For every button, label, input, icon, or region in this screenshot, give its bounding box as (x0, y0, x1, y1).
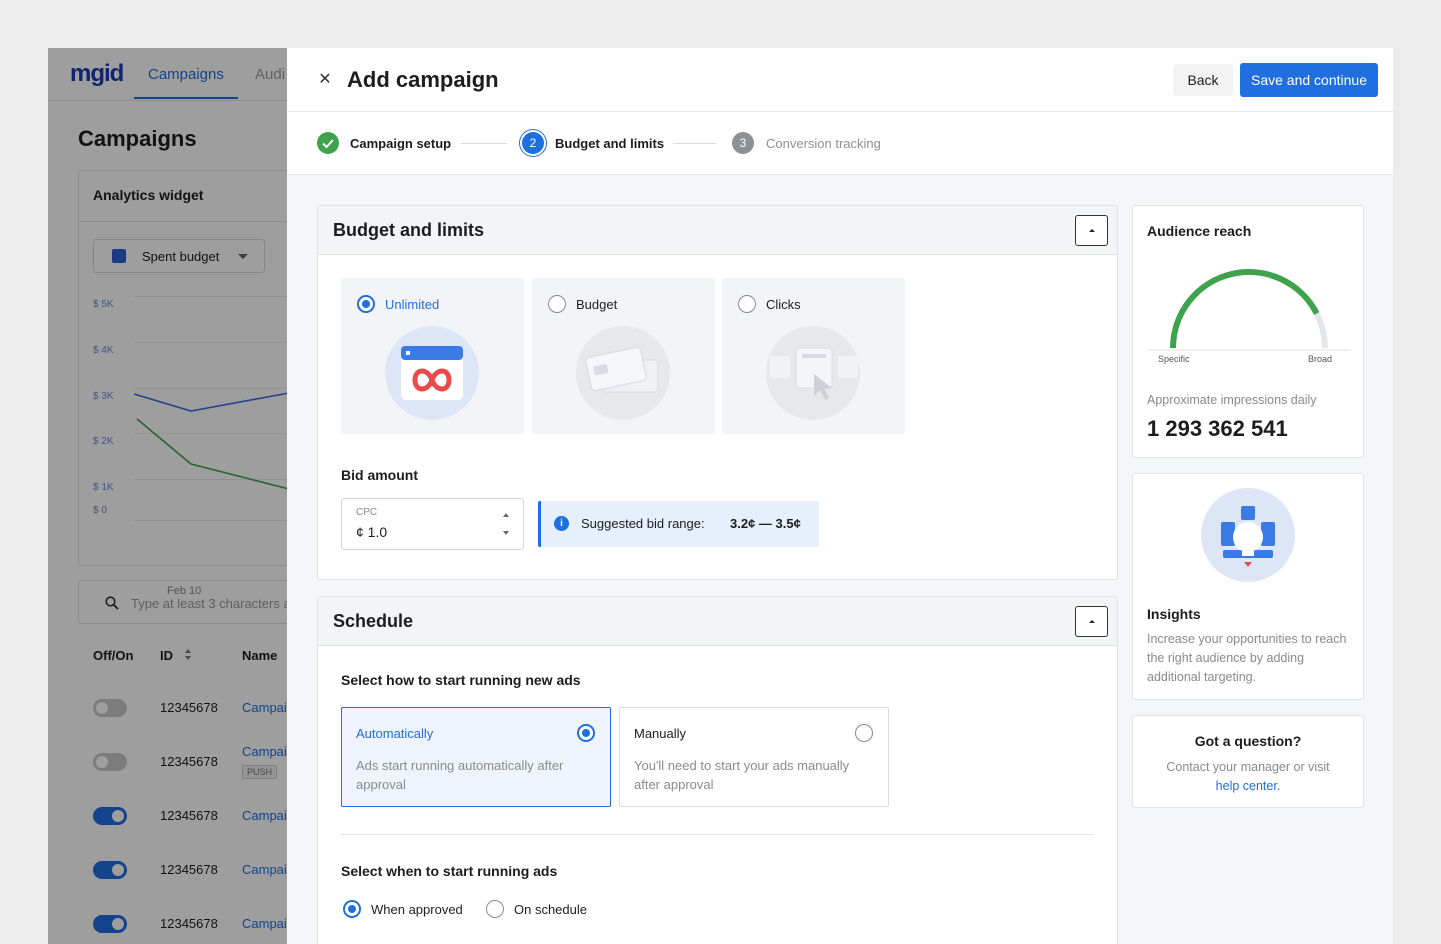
mode-description: You'll need to start your ads manually a… (634, 758, 850, 792)
radio-budget[interactable] (548, 295, 566, 313)
step-connector (673, 143, 717, 144)
option-label: Clicks (766, 297, 801, 312)
step-campaign-setup[interactable]: Campaign setup (350, 136, 451, 151)
audience-reach-title: Audience reach (1147, 223, 1252, 239)
help-card: Got a question? Contact your manager or … (1132, 715, 1364, 808)
infinity-icon (385, 326, 479, 420)
collapse-button[interactable] (1075, 606, 1108, 637)
drawer-title: Add campaign (347, 67, 499, 92)
impressions-label: Approximate impressions daily (1147, 393, 1317, 407)
increment-icon[interactable] (503, 513, 509, 517)
info-icon: i (554, 516, 569, 531)
option-label: Budget (576, 297, 618, 312)
check-icon (317, 132, 339, 154)
budget-option-clicks[interactable]: Clicks (722, 278, 905, 434)
radio-unlimited[interactable] (357, 295, 375, 313)
schedule-panel: Schedule Select how to start running new… (317, 596, 1118, 944)
start-mode-question: Select how to start running new ads (341, 672, 581, 688)
stepper: Campaign setup 2 Budget and limits 3 Con… (287, 112, 1393, 175)
screen: mgid Campaigns Audi Campaigns Analytics … (48, 48, 1393, 944)
cpc-stepper[interactable]: CPC ¢ 1.0 (341, 498, 524, 550)
insights-card: Insights Increase your opportunities to … (1132, 473, 1364, 700)
help-title: Got a question? (1194, 733, 1302, 749)
help-text-body: Contact your manager or visit (1166, 760, 1330, 774)
mode-title: Automatically (356, 726, 434, 741)
decrement-icon[interactable] (503, 531, 509, 535)
step-budget-and-limits[interactable]: Budget and limits (555, 136, 664, 151)
schedule-panel-title: Schedule (333, 611, 414, 631)
budget-option-unlimited[interactable]: Unlimited (341, 278, 524, 434)
on-schedule-label[interactable]: On schedule (514, 902, 587, 917)
suggested-bid-range: i Suggested bid range: 3.2¢ — 3.5¢ (538, 501, 819, 547)
mode-description: Ads start running automatically after ap… (356, 758, 564, 792)
suggested-bid-value: 3.2¢ — 3.5¢ (730, 516, 801, 531)
start-time-question: Select when to start running ads (341, 863, 558, 879)
option-label: Unlimited (385, 297, 440, 312)
divider (341, 834, 1094, 835)
step-number-badge: 2 (522, 132, 544, 154)
drawer-header: ✕ Add campaign Back Save and continue (287, 48, 1393, 112)
budget-panel-title: Budget and limits (333, 220, 485, 240)
budget-option-budget[interactable]: Budget (532, 278, 715, 434)
insights-text: Increase your opportunities to reach the… (1147, 632, 1347, 684)
suggested-bid-label: Suggested bid range: (581, 516, 705, 531)
step-conversion-tracking[interactable]: Conversion tracking (766, 136, 881, 151)
radio-clicks[interactable] (738, 295, 756, 313)
cpc-caption: CPC (356, 507, 378, 518)
step-number-badge: 3 (732, 132, 754, 154)
budget-panel-header: Budget and limits (318, 206, 1117, 255)
click-cursor-icon (766, 326, 860, 420)
credit-card-icon (576, 326, 670, 420)
add-campaign-drawer: ✕ Add campaign Back Save and continue Ca… (287, 48, 1393, 944)
radio-automatically[interactable] (577, 724, 595, 742)
start-mode-automatically[interactable]: Automatically Ads start running automati… (341, 707, 611, 807)
gauge-label-broad: Broad (1308, 354, 1333, 364)
bid-amount-label: Bid amount (341, 467, 418, 483)
audience-reach-card: Audience reach Specific Broad Approximat… (1132, 205, 1364, 458)
back-button[interactable]: Back (1173, 64, 1233, 96)
radio-on-schedule[interactable] (486, 900, 504, 918)
step-connector (461, 143, 507, 144)
gauge-label-specific: Specific (1158, 354, 1190, 364)
help-center-link[interactable]: help center. (1216, 779, 1281, 793)
close-icon[interactable]: ✕ (313, 68, 337, 92)
when-approved-label[interactable]: When approved (371, 902, 463, 917)
budget-panel: Budget and limits Unlimited Budget Click (317, 205, 1118, 580)
radio-manually[interactable] (855, 724, 873, 742)
help-text: Contact your manager or visit help cente… (1163, 758, 1333, 796)
start-mode-manually[interactable]: Manually You'll need to start your ads m… (619, 707, 889, 807)
reach-gauge (1147, 269, 1351, 351)
mode-title: Manually (634, 726, 687, 741)
schedule-panel-header: Schedule (318, 597, 1117, 646)
collapse-button[interactable] (1075, 215, 1108, 246)
radio-when-approved[interactable] (343, 900, 361, 918)
insights-title: Insights (1147, 606, 1201, 622)
impressions-value: 1 293 362 541 (1147, 416, 1288, 441)
save-and-continue-button[interactable]: Save and continue (1240, 63, 1378, 97)
lightbulb-icon (1201, 488, 1295, 582)
cpc-value[interactable]: ¢ 1.0 (356, 524, 387, 540)
